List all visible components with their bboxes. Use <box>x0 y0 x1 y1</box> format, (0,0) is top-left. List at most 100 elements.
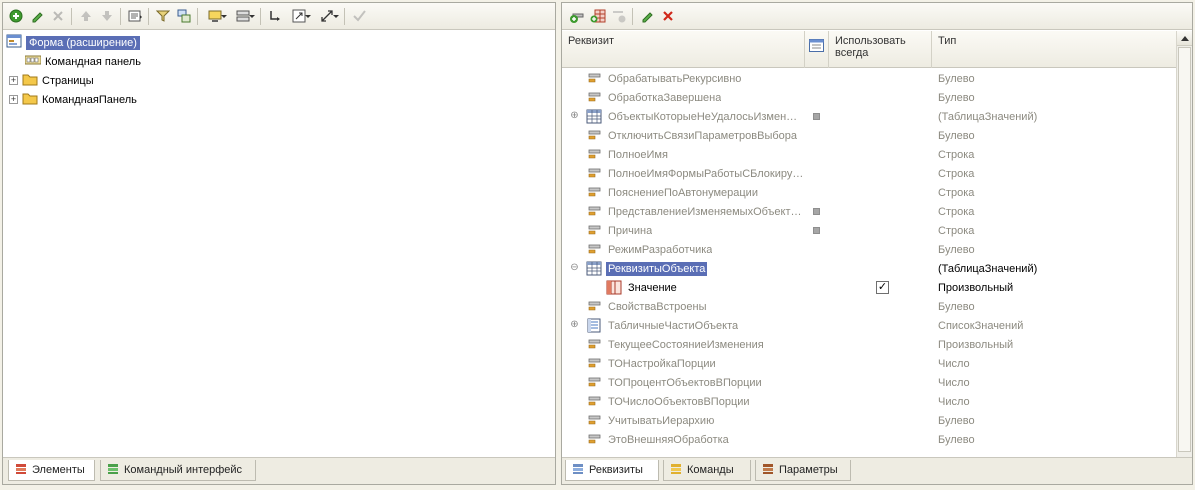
tab-parameters[interactable]: Параметры <box>755 460 851 481</box>
attribute-row[interactable]: ЭтоВнешняяОбработка Булево <box>562 430 1176 449</box>
scrollbar-thumb[interactable] <box>1178 47 1191 452</box>
column-header-attribute[interactable]: Реквизит <box>562 31 805 68</box>
attribute-row[interactable]: ⊕ ТабличныеЧастиОбъекта СписокЗначений <box>562 316 1176 335</box>
attribute-icon <box>586 432 602 449</box>
view-marker <box>813 113 820 120</box>
collapse-minus-icon[interactable]: ⊖ <box>570 263 579 273</box>
attribute-row[interactable]: ТОНастройкаПорции Число <box>562 354 1176 373</box>
layout-icon[interactable] <box>230 7 256 26</box>
attribute-name: ПолноеИмя <box>608 148 668 161</box>
tree-root[interactable]: Форма (расширение) <box>6 33 140 52</box>
toolbar-separator <box>71 7 72 25</box>
attribute-type: Произвольный <box>938 338 1014 351</box>
attribute-row[interactable]: ПояснениеПоАвтонумерации Строка <box>562 183 1176 202</box>
column-header-view[interactable] <box>805 31 829 68</box>
toolbar-separator <box>197 7 198 25</box>
expand-plus-icon[interactable]: ⊕ <box>570 111 579 121</box>
attribute-icon <box>586 394 602 411</box>
attribute-name: ПояснениеПоАвтонумерации <box>608 186 758 199</box>
attribute-icon <box>586 223 602 240</box>
tree-item-command-bar[interactable]: + КоманднаяПанель <box>9 90 137 109</box>
replace-icon[interactable] <box>174 7 193 26</box>
attribute-type: Булево <box>938 414 975 427</box>
attribute-row[interactable]: ⊖ РеквизитыОбъекта (ТаблицаЗначений) <box>562 259 1176 278</box>
add-attribute-icon[interactable] <box>567 7 586 26</box>
attribute-type: СписокЗначений <box>938 319 1024 332</box>
command-interface-tab-icon <box>107 463 119 478</box>
attribute-icon <box>586 185 602 202</box>
tree-item-pages[interactable]: + Страницы <box>9 71 94 90</box>
column-header-type[interactable]: Тип <box>932 31 1178 68</box>
scroll-up-icon[interactable] <box>1177 31 1192 46</box>
column-header-label: Тип <box>938 35 957 47</box>
tab-elements[interactable]: Элементы <box>8 460 95 481</box>
expand-plus-icon[interactable]: + <box>9 95 18 104</box>
attribute-type: Число <box>938 376 970 389</box>
attributes-tab-icon <box>572 463 584 478</box>
add-disabled-icon[interactable] <box>609 7 628 26</box>
tree-item-command-panel[interactable]: Командная панель <box>24 52 141 71</box>
attribute-type: (ТаблицаЗначений) <box>938 110 1038 123</box>
attribute-row[interactable]: Значение ✓ Произвольный <box>562 278 1176 297</box>
attribute-row[interactable]: ОтключитьСвязиПараметровВыбора Булево <box>562 126 1176 145</box>
edit-icon[interactable] <box>27 7 46 26</box>
attribute-row[interactable]: Причина Строка <box>562 221 1176 240</box>
check-icon[interactable] <box>349 7 368 26</box>
attribute-row[interactable]: ПолноеИмя Строка <box>562 145 1176 164</box>
edit-icon[interactable] <box>637 7 656 26</box>
toolbar-separator <box>632 7 633 25</box>
attribute-row[interactable]: СвойстваВстроены Булево <box>562 297 1176 316</box>
attribute-row[interactable]: ТОПроцентОбъектовВПорции Число <box>562 373 1176 392</box>
attribute-icon <box>586 242 602 259</box>
link-icon[interactable] <box>265 7 284 26</box>
attribute-row[interactable]: ОбработкаЗавершена Булево <box>562 88 1176 107</box>
expand-plus-icon[interactable]: ⊕ <box>570 320 579 330</box>
add-column-icon[interactable] <box>588 7 607 26</box>
expand-icon[interactable] <box>314 7 340 26</box>
properties-icon[interactable] <box>125 7 144 26</box>
tab-label: Параметры <box>779 464 838 476</box>
tab-label: Командный интерфейс <box>124 464 243 476</box>
vertical-scrollbar[interactable] <box>1176 31 1192 457</box>
attribute-row[interactable]: ПредставлениеИзменяемыхОбъект… Строка <box>562 202 1176 221</box>
elements-tab-icon <box>15 463 27 478</box>
attribute-type: Строка <box>938 186 975 199</box>
display-icon[interactable] <box>202 7 228 26</box>
attribute-name: РежимРазработчика <box>608 243 713 256</box>
folder-icon <box>22 73 38 89</box>
filter-icon[interactable] <box>153 7 172 26</box>
parameters-tab-icon <box>762 463 774 478</box>
attribute-row[interactable]: ТекущееСостояниеИзменения Произвольный <box>562 335 1176 354</box>
attribute-name: ОтключитьСвязиПараметровВыбора <box>608 129 797 142</box>
attribute-row[interactable]: ⊕ ОбъектыКоторыеНеУдалосьИзмен… (ТаблицаЗн… <box>562 107 1176 126</box>
list-icon <box>586 318 602 336</box>
attribute-icon <box>586 337 602 354</box>
tab-commands[interactable]: Команды <box>663 460 751 481</box>
attribute-row[interactable]: ПолноеИмяФормыРаботыСБлокиру… Строка <box>562 164 1176 183</box>
attributes-panel: Реквизит Использовать всегда Тип Обрабат… <box>561 2 1193 485</box>
expand-plus-icon[interactable]: + <box>9 76 18 85</box>
add-icon[interactable] <box>6 7 25 26</box>
resize-icon[interactable] <box>286 7 312 26</box>
attribute-row[interactable]: ОбрабатыватьРекурсивно Булево <box>562 69 1176 88</box>
attribute-row[interactable]: РежимРазработчика Булево <box>562 240 1176 259</box>
tab-command-interface[interactable]: Командный интерфейс <box>100 460 256 481</box>
attribute-row[interactable]: УчитыватьИерархию Булево <box>562 411 1176 430</box>
attribute-type: Число <box>938 357 970 370</box>
attribute-row[interactable]: ТОЧислоОбъектовВПорции Число <box>562 392 1176 411</box>
delete-icon[interactable] <box>48 7 67 26</box>
tree-item-label: КоманднаяПанель <box>42 93 137 106</box>
view-marker <box>813 227 820 234</box>
attribute-name: ТОНастройкаПорции <box>608 357 716 370</box>
move-up-icon[interactable] <box>76 7 95 26</box>
tab-attributes[interactable]: Реквизиты <box>565 460 659 481</box>
toolbar-separator <box>148 7 149 25</box>
move-down-icon[interactable] <box>97 7 116 26</box>
attribute-type: Булево <box>938 433 975 446</box>
delete-icon[interactable] <box>658 7 677 26</box>
attribute-name: РеквизитыОбъекта <box>606 261 708 276</box>
attribute-icon <box>586 356 602 373</box>
column-header-use-always[interactable]: Использовать всегда <box>829 31 932 68</box>
use-always-checkbox[interactable]: ✓ <box>876 281 889 294</box>
attribute-type: Строка <box>938 224 975 237</box>
